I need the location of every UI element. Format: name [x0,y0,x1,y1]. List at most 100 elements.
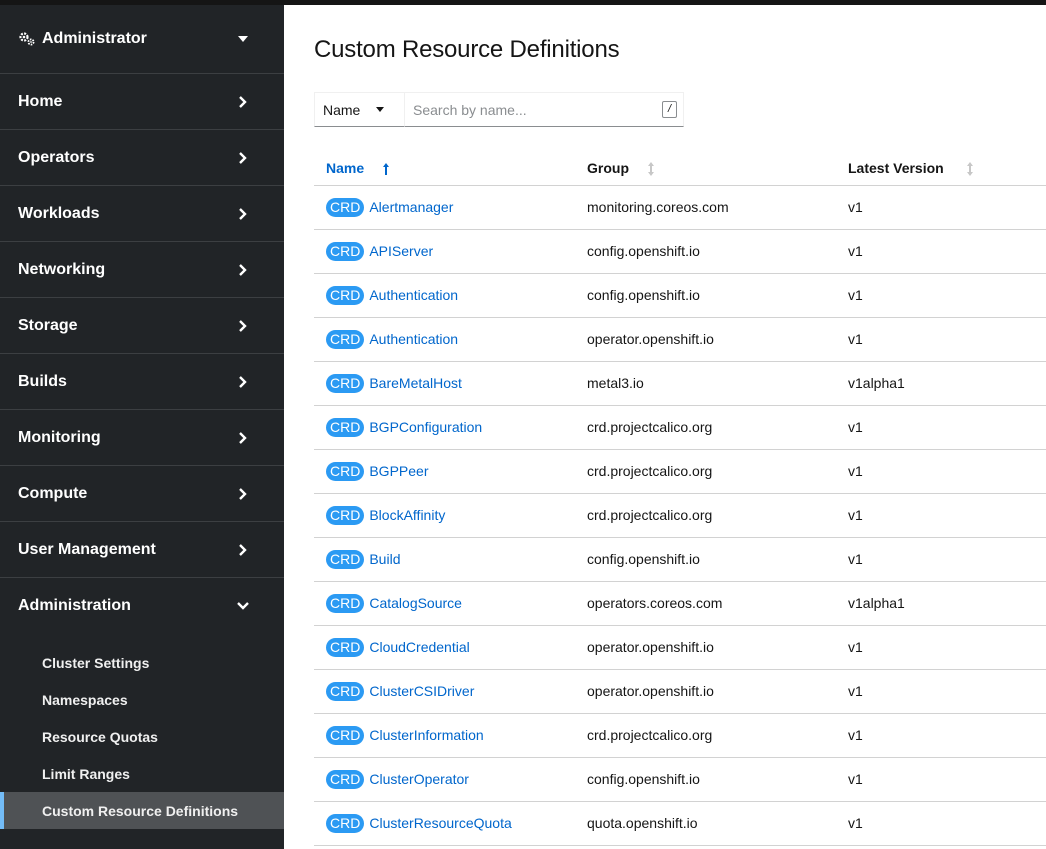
cell-group: config.openshift.io [587,229,848,274]
crd-badge: CRD [326,769,365,789]
filter-type-dropdown[interactable]: Name [314,92,404,127]
cell-group: config.openshift.io [587,273,848,318]
crd-link[interactable]: BGPPeer [369,463,428,479]
sort-icon [647,161,654,176]
sidebar-item-home[interactable]: Home [0,74,284,130]
table-row: CRD CloudCredential operator.openshift.io v… [314,625,1046,670]
search-input[interactable] [413,101,653,118]
filter-type-label: Name [323,101,361,118]
table-row: CRD ClusterCSIDriver operator.openshift.io… [314,669,1046,714]
cell-name: CRD Alertmanager [314,185,587,230]
cell-name: CRD Authentication [314,317,587,362]
crd-link[interactable]: CloudCredential [369,639,469,655]
search-box: / [404,92,684,127]
crd-badge: CRD [326,417,365,437]
table-row: CRD Alertmanager monitoring.coreos.com v1 [314,185,1046,230]
sidebar-item-operators[interactable]: Operators [0,130,284,186]
column-header-name[interactable]: Name [314,151,587,186]
cell-group: metal3.io [587,361,848,406]
sidebar-item-compute[interactable]: Compute [0,466,284,522]
cell-name: CRD BGPConfiguration [314,405,587,450]
cell-name: CRD ClusterCSIDriver [314,669,587,714]
table-row: CRD Authentication operator.openshift.io v1 [314,317,1046,362]
crd-link[interactable]: ClusterOperator [369,771,469,787]
sort-icon [966,161,973,176]
cell-group: crd.projectcalico.org [587,713,848,758]
crd-badge: CRD [326,197,365,217]
crd-link[interactable]: BGPConfiguration [369,419,482,435]
crd-table: Name Group Latest Version CRD Alertmanage… [314,151,1046,846]
sidebar-item-label: Home [18,92,63,110]
chevron-right-icon [239,375,247,388]
cell-group: crd.projectcalico.org [587,493,848,538]
cell-name: CRD CloudCredential [314,625,587,670]
cell-latest-version: v1 [848,801,1046,846]
crd-badge: CRD [326,285,365,305]
crd-link[interactable]: ClusterResourceQuota [369,815,511,831]
cell-latest-version: v1 [848,317,1046,362]
sidebar-subitem-limit-ranges[interactable]: Limit Ranges [0,755,284,792]
chevron-right-icon [239,263,247,276]
crd-link[interactable]: Build [369,551,400,567]
cell-name: CRD Build [314,537,587,582]
cell-latest-version: v1alpha1 [848,361,1046,406]
sidebar-item-storage[interactable]: Storage [0,298,284,354]
sidebar: Administrator Home Operators Workloads Netw… [0,5,284,849]
cell-name: CRD CatalogSource [314,581,587,626]
crd-link[interactable]: CatalogSource [369,595,462,611]
crd-badge: CRD [326,329,365,349]
cell-group: quota.openshift.io [587,801,848,846]
sidebar-item-monitoring[interactable]: Monitoring [0,410,284,466]
crd-link[interactable]: ClusterCSIDriver [369,683,474,699]
sidebar-item-label: Builds [18,372,67,390]
crd-badge: CRD [326,725,365,745]
cell-group: crd.projectcalico.org [587,449,848,494]
crd-link[interactable]: BareMetalHost [369,375,462,391]
cell-name: CRD ClusterResourceQuota [314,801,587,846]
table-row: CRD ClusterInformation crd.projectcalico.o… [314,713,1046,758]
sidebar-item-networking[interactable]: Networking [0,242,284,298]
crd-link[interactable]: Authentication [369,287,458,303]
crd-link[interactable]: ClusterInformation [369,727,483,743]
column-header-group[interactable]: Group [587,151,848,186]
table-row: CRD Build config.openshift.io v1 [314,537,1046,582]
sidebar-item-builds[interactable]: Builds [0,354,284,410]
cell-group: operator.openshift.io [587,317,848,362]
sidebar-item-label: Storage [18,316,78,334]
column-header-latest-version[interactable]: Latest Version [848,151,1046,186]
sidebar-subitem-resource-quotas[interactable]: Resource Quotas [0,718,284,755]
crd-badge: CRD [326,549,365,569]
cell-latest-version: v1 [848,713,1046,758]
crd-link[interactable]: APIServer [369,243,433,259]
crd-link[interactable]: BlockAffinity [369,507,445,523]
sidebar-item-label: Monitoring [18,428,101,446]
cell-latest-version: v1 [848,625,1046,670]
cell-group: operators.coreos.com [587,581,848,626]
cell-group: operator.openshift.io [587,669,848,714]
crd-link[interactable]: Authentication [369,331,458,347]
caret-down-icon [376,107,385,112]
cell-latest-version: v1 [848,493,1046,538]
cell-latest-version: v1 [848,537,1046,582]
cell-name: CRD ClusterInformation [314,713,587,758]
perspective-switcher[interactable]: Administrator [0,5,284,74]
sidebar-subitem-namespaces[interactable]: Namespaces [0,681,284,718]
crd-link[interactable]: Alertmanager [369,199,453,215]
sidebar-item-label: Operators [18,148,95,166]
cell-latest-version: v1 [848,229,1046,274]
cell-name: CRD BGPPeer [314,449,587,494]
sidebar-item-administration[interactable]: Administration [0,578,284,634]
crd-badge: CRD [326,681,365,701]
table-row: CRD BareMetalHost metal3.io v1alpha1 [314,361,1046,406]
cell-group: operator.openshift.io [587,625,848,670]
cell-latest-version: v1alpha1 [848,581,1046,626]
cell-name: CRD ClusterOperator [314,757,587,802]
sidebar-subitem-cluster-settings[interactable]: Cluster Settings [0,644,284,681]
chevron-right-icon [239,487,247,500]
cell-name: CRD Authentication [314,273,587,318]
sidebar-subitem-custom-resource-definitions[interactable]: Custom Resource Definitions [0,792,284,829]
sidebar-item-workloads[interactable]: Workloads [0,186,284,242]
sidebar-item-user-management[interactable]: User Management [0,522,284,578]
cell-latest-version: v1 [848,449,1046,494]
cell-group: monitoring.coreos.com [587,185,848,230]
